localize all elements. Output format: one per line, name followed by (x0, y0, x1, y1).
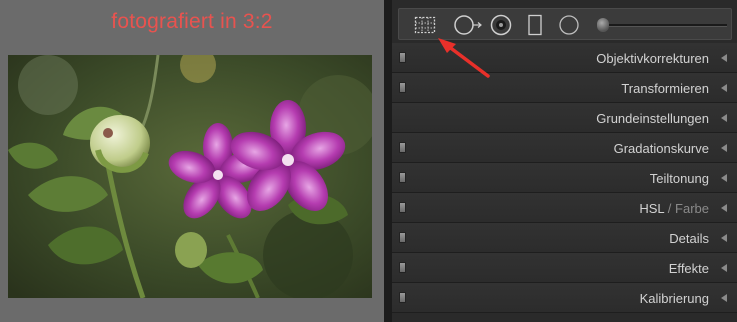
section-label: Details (669, 231, 709, 246)
tool-slider-track[interactable] (599, 24, 727, 27)
red-eye-icon (490, 14, 512, 36)
photo-preview[interactable] (8, 55, 372, 298)
section-details[interactable]: Details (392, 223, 737, 253)
section-label: Grundeinstellungen (596, 111, 709, 126)
expand-triangle-icon[interactable] (721, 264, 727, 272)
section-label-farbe[interactable]: Farbe (675, 201, 709, 216)
expand-triangle-icon[interactable] (721, 144, 727, 152)
section-toggle-switch[interactable] (399, 142, 406, 153)
section-effekte[interactable]: Effekte (392, 253, 737, 283)
develop-right-panel: Objektivkorrekturen Transformieren Grund… (392, 0, 737, 322)
section-label: Objektivkorrekturen (596, 51, 709, 66)
expand-triangle-icon[interactable] (721, 234, 727, 242)
section-toggle-switch[interactable] (399, 292, 406, 303)
section-toggle-switch[interactable] (399, 262, 406, 273)
section-toggle-switch[interactable] (399, 232, 406, 243)
section-label-hsl[interactable]: HSL (639, 201, 664, 216)
tool-strip (398, 8, 732, 40)
preview-caption: fotografiert in 3:2 (111, 10, 273, 33)
crop-overlay-icon (414, 16, 436, 34)
panel-sections: Objektivkorrekturen Transformieren Grund… (392, 43, 737, 313)
crop-overlay-tool[interactable] (413, 13, 437, 37)
expand-triangle-icon[interactable] (721, 84, 727, 92)
section-teiltonung[interactable]: Teiltonung (392, 163, 737, 193)
section-label: Effekte (668, 261, 709, 276)
section-toggle-switch[interactable] (399, 202, 406, 213)
spot-removal-icon (454, 15, 482, 35)
section-kalibrierung[interactable]: Kalibrierung (392, 283, 737, 313)
lightroom-develop-view: fotografiert in 3:2 Objektivkorrekturen … (0, 0, 737, 322)
section-toggle-switch[interactable] (399, 52, 406, 63)
section-label: HSL / Farbe (639, 201, 709, 216)
section-label-separator: / (664, 201, 676, 216)
panel-divider[interactable] (384, 0, 392, 322)
section-toggle-switch[interactable] (399, 172, 406, 183)
image-preview-area: fotografiert in 3:2 (0, 0, 384, 322)
section-toggle-switch[interactable] (399, 82, 406, 93)
section-label: Transformieren (621, 81, 709, 96)
radial-filter-tool[interactable] (557, 13, 581, 37)
red-eye-tool[interactable] (489, 13, 513, 37)
expand-triangle-icon[interactable] (721, 54, 727, 62)
section-transformieren[interactable]: Transformieren (392, 73, 737, 103)
section-label: Gradationskurve (613, 141, 709, 156)
expand-triangle-icon[interactable] (721, 294, 727, 302)
adjustment-brush-icon[interactable] (597, 18, 609, 32)
section-label: Kalibrierung (639, 291, 709, 306)
radial-filter-icon (559, 15, 579, 35)
expand-triangle-icon[interactable] (721, 114, 727, 122)
section-hsl-farbe[interactable]: HSL / Farbe (392, 193, 737, 223)
section-gradationskurve[interactable]: Gradationskurve (392, 133, 737, 163)
spot-removal-tool[interactable] (453, 13, 483, 37)
graduated-filter-icon (528, 14, 542, 36)
flower-photo-image (8, 55, 372, 298)
expand-triangle-icon[interactable] (721, 174, 727, 182)
section-grundeinstellungen[interactable]: Grundeinstellungen (392, 103, 737, 133)
graduated-filter-tool[interactable] (523, 13, 547, 37)
expand-triangle-icon[interactable] (721, 204, 727, 212)
section-label: Teiltonung (649, 171, 709, 186)
section-objektivkorrekturen[interactable]: Objektivkorrekturen (392, 43, 737, 73)
